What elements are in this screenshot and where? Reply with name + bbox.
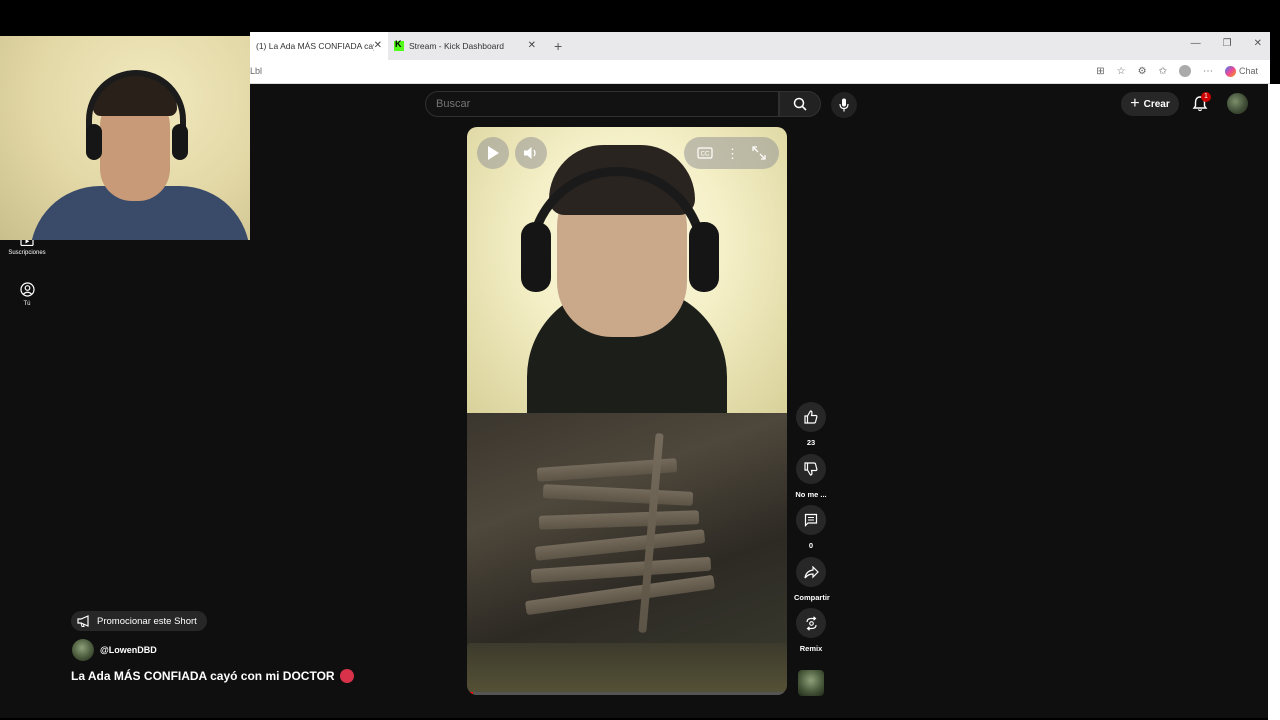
- comments-button[interactable]: [796, 505, 826, 535]
- remix-button[interactable]: [796, 608, 826, 638]
- copilot-chat-button[interactable]: Chat: [1224, 65, 1258, 77]
- tab-kick-dashboard[interactable]: Stream - Kick Dashboard ✕: [388, 32, 542, 60]
- tab-close-icon[interactable]: ✕: [374, 40, 382, 51]
- dislike-action: No me ...: [794, 454, 828, 499]
- short-video-player[interactable]: CC ⋮: [467, 127, 787, 695]
- minimize-icon[interactable]: —: [1191, 38, 1201, 49]
- sidebar-item-you[interactable]: Tú: [0, 282, 54, 307]
- tab-close-icon[interactable]: ✕: [528, 40, 536, 51]
- sidebar-item-label: Tú: [23, 301, 31, 307]
- wood-plank: [534, 529, 706, 561]
- like-button[interactable]: [796, 402, 826, 432]
- url-text[interactable]: Lbl: [250, 66, 262, 76]
- closed-captions-icon[interactable]: CC: [697, 147, 713, 159]
- account-avatar[interactable]: [1227, 93, 1248, 114]
- more-options-icon[interactable]: ⋮: [726, 147, 739, 160]
- headphone-right-cup: [689, 222, 719, 292]
- favorites-icon[interactable]: ✩: [1159, 66, 1167, 77]
- window-controls: — ❐ ✕: [1191, 38, 1262, 49]
- create-button[interactable]: + Crear: [1121, 92, 1179, 116]
- volume-icon: [524, 147, 536, 159]
- dislike-button[interactable]: [796, 454, 826, 484]
- like-count: 23: [806, 438, 816, 447]
- thumbs-up-icon: [804, 410, 818, 424]
- remix-action: Remix: [794, 608, 828, 653]
- kick-favicon-icon: [394, 39, 404, 51]
- apps-icon[interactable]: ⊞: [1096, 66, 1104, 77]
- new-tab-button[interactable]: +: [554, 38, 562, 54]
- comment-icon: [804, 513, 818, 527]
- search-icon: [793, 97, 807, 111]
- notification-badge: 1: [1201, 92, 1211, 102]
- webcam-headphone-right: [172, 124, 188, 160]
- share-button[interactable]: [796, 557, 826, 587]
- player-options-pill: CC ⋮: [684, 137, 779, 169]
- volume-button[interactable]: [515, 137, 547, 169]
- webcam-headphone-left: [86, 124, 102, 160]
- search-box: [425, 91, 779, 117]
- channel-avatar[interactable]: [72, 639, 94, 661]
- sidebar-item-label: Suscripciones: [8, 250, 46, 256]
- extensions-icon[interactable]: ⚙: [1138, 66, 1147, 77]
- sound-source-thumbnail[interactable]: [798, 670, 824, 696]
- short-title: La Ada MÁS CONFIADA cayó con mi DOCTOR: [71, 669, 354, 683]
- share-icon: [803, 565, 819, 578]
- thumbs-down-icon: [804, 462, 818, 476]
- remix-icon: [805, 615, 817, 631]
- video-progress-bar[interactable]: [467, 692, 787, 695]
- close-icon[interactable]: ✕: [1254, 38, 1262, 49]
- screen: (1) La Ada MÁS CONFIADA cayó c ✕ Stream …: [0, 0, 1280, 720]
- voice-search-button[interactable]: [831, 92, 857, 118]
- channel-info[interactable]: @LowenDBD: [72, 639, 157, 661]
- favorite-star-icon[interactable]: ☆: [1117, 66, 1126, 77]
- restore-icon[interactable]: ❐: [1223, 38, 1232, 49]
- video-progress-fill: [467, 692, 474, 695]
- play-button[interactable]: [477, 137, 509, 169]
- chat-label: Chat: [1238, 66, 1258, 76]
- gameplay-video-region: [467, 413, 787, 695]
- wood-plank: [538, 510, 700, 530]
- address-bar-icons: ⊞ ☆ ⚙ ✩ ⋯ Chat: [1096, 65, 1258, 77]
- tab-youtube-short[interactable]: (1) La Ada MÁS CONFIADA cayó c ✕: [250, 32, 388, 60]
- grass-ground: [467, 643, 787, 695]
- play-icon: [488, 146, 499, 160]
- facecam-video-region: [467, 127, 787, 427]
- headphone-left-cup: [521, 222, 551, 292]
- window-border: [1268, 84, 1280, 720]
- comment-count: 0: [808, 541, 814, 550]
- address-bar: Lbl ⊞ ☆ ⚙ ✩ ⋯ Chat: [250, 60, 1270, 84]
- comments-action: 0: [794, 505, 828, 550]
- short-title-text: La Ada MÁS CONFIADA cayó con mi DOCTOR: [71, 669, 335, 683]
- create-label: Crear: [1143, 98, 1170, 110]
- tab-label: (1) La Ada MÁS CONFIADA cayó c: [256, 41, 374, 51]
- tab-label: Stream - Kick Dashboard: [409, 41, 504, 51]
- microphone-icon: [839, 98, 849, 112]
- share-action: Compartir: [794, 557, 830, 602]
- you-icon: [19, 282, 35, 297]
- copilot-icon: [1224, 65, 1236, 77]
- dislike-label: No me ...: [795, 490, 827, 499]
- like-action: 23: [794, 402, 828, 447]
- profile-icon[interactable]: [1178, 65, 1191, 77]
- promote-label: Promocionar este Short: [97, 615, 197, 627]
- browser-tab-bar: (1) La Ada MÁS CONFIADA cayó c ✕ Stream …: [250, 32, 1270, 60]
- plus-icon: +: [1130, 95, 1140, 112]
- devil-emoji-icon: [339, 669, 354, 683]
- remix-label: Remix: [799, 644, 823, 653]
- webcam-overlay: [0, 36, 250, 240]
- share-label: Compartir: [794, 593, 830, 602]
- more-menu-icon[interactable]: ⋯: [1203, 66, 1213, 77]
- wood-plank: [542, 484, 694, 506]
- search-button[interactable]: [779, 91, 821, 117]
- search-input[interactable]: [426, 92, 746, 116]
- megaphone-icon: [77, 615, 89, 627]
- fullscreen-icon[interactable]: [752, 146, 766, 160]
- promote-short-button[interactable]: Promocionar este Short: [71, 611, 207, 631]
- svg-text:CC: CC: [700, 152, 709, 158]
- channel-handle[interactable]: @LowenDBD: [100, 645, 157, 655]
